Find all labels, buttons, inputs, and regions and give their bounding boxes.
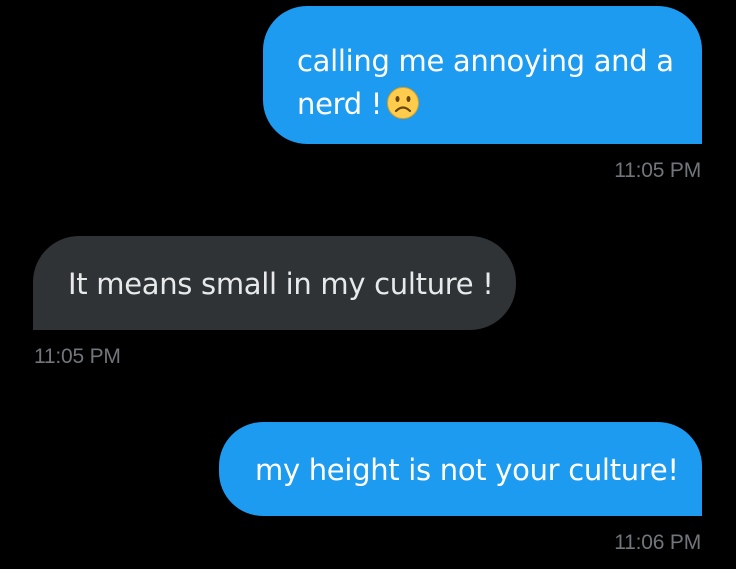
message-text: calling me annoying and a nerd !: [297, 44, 674, 121]
message-text: my height is not your culture!: [255, 453, 679, 487]
message-bubble-received[interactable]: It means small in my culture !: [33, 236, 516, 330]
message-timestamp: 11:05 PM: [34, 345, 121, 368]
message-bubble-sent[interactable]: my height is not your culture!: [219, 422, 702, 516]
message-text: It means small in my culture !: [68, 267, 494, 301]
frowning-face-emoji-icon: [386, 86, 420, 132]
message-timestamp: 11:05 PM: [614, 159, 701, 182]
message-timestamp: 11:06 PM: [614, 531, 701, 554]
message-bubble-sent[interactable]: calling me annoying and a nerd !: [263, 6, 702, 144]
